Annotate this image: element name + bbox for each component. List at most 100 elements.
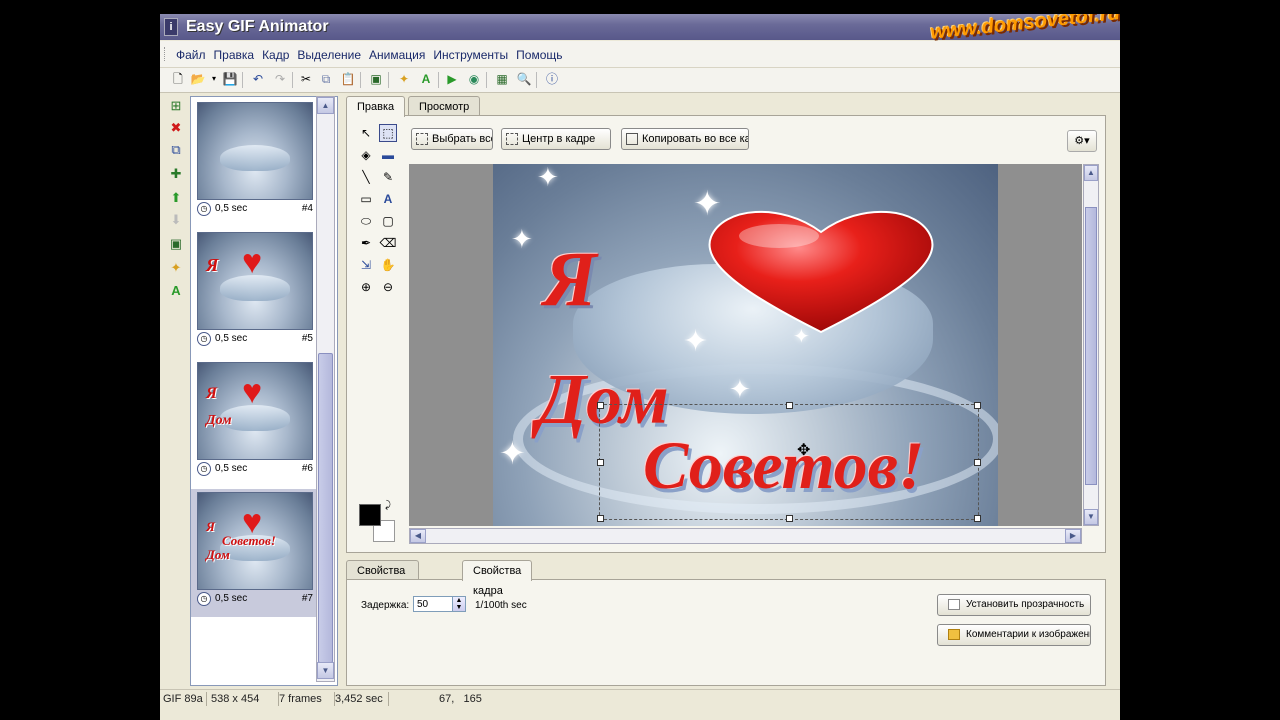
scroll-left-icon[interactable]: ◀ — [410, 529, 426, 543]
tab-frame-properties[interactable]: Свойства кадра — [462, 560, 533, 597]
menu-selection[interactable]: Выделение — [293, 48, 365, 62]
text-icon[interactable]: A — [418, 71, 434, 87]
menu-edit[interactable]: Правка — [210, 48, 259, 62]
image-comments-button[interactable]: Комментарии к изображению — [937, 624, 1091, 646]
sparkle-icon: ✦ — [683, 325, 709, 358]
frame-text-icon[interactable]: A — [168, 282, 184, 298]
zoom-dropdown-icon[interactable]: ⚙▾ — [1067, 130, 1097, 152]
delete-frame-icon[interactable]: ✖ — [168, 120, 184, 136]
scroll-right-icon[interactable]: ▶ — [1065, 529, 1081, 543]
tab-preview[interactable]: Просмотр — [408, 96, 481, 117]
resize-icon[interactable]: ▦ — [494, 71, 510, 87]
scroll-thumb[interactable] — [318, 353, 333, 663]
move-down-icon[interactable]: ⬇ — [168, 212, 184, 228]
delay-input[interactable]: 50 — [413, 596, 453, 612]
paste-icon[interactable]: 📋 — [340, 71, 356, 87]
zoom-out-icon[interactable]: ⊖ — [379, 278, 397, 296]
frame-item[interactable]: ♥ Я Дом ◷ 0,5 sec #6 — [191, 359, 321, 487]
window-title: Easy GIF Animator — [186, 18, 329, 35]
image-icon[interactable]: ▣ — [368, 71, 384, 87]
resize-handle[interactable] — [597, 402, 604, 409]
resize-handle[interactable] — [786, 515, 793, 522]
rectangle-icon[interactable]: ▭ — [357, 190, 375, 208]
menu-frame[interactable]: Кадр — [258, 48, 293, 62]
resize-handle[interactable] — [786, 402, 793, 409]
menu-help[interactable]: Помощь — [512, 48, 566, 62]
save-icon[interactable]: 💾 — [222, 71, 238, 87]
hand-icon[interactable]: ✋ — [379, 256, 397, 274]
copy-to-all-frames-button[interactable]: Копировать во все кадр — [621, 128, 749, 150]
scroll-up-icon[interactable]: ▲ — [1084, 165, 1098, 181]
status-duration: 3,452 sec — [332, 692, 389, 706]
scroll-down-icon[interactable]: ▼ — [317, 662, 334, 679]
frame-item[interactable]: ◷ 0,5 sec #4 — [191, 99, 321, 227]
frame-item[interactable]: ♥ Я ◷ 0,5 sec #5 — [191, 229, 321, 357]
move-up-icon[interactable]: ⬆ — [168, 190, 184, 206]
undo-icon[interactable]: ↶ — [250, 71, 266, 87]
scroll-up-icon[interactable]: ▲ — [317, 97, 334, 114]
open-dropdown-icon[interactable]: ▾ — [206, 71, 222, 87]
browser-preview-icon[interactable]: ◉ — [466, 71, 482, 87]
zoom-icon[interactable]: 🔍 — [516, 71, 532, 87]
scroll-down-icon[interactable]: ▼ — [1084, 509, 1098, 525]
status-coordinates: 67, 165 — [439, 693, 482, 705]
resize-handle[interactable] — [974, 402, 981, 409]
select-all-button[interactable]: Выбрать все — [411, 128, 493, 150]
sparkle-icon: ✦ — [511, 224, 533, 254]
redo-icon[interactable]: ↷ — [272, 71, 288, 87]
pencil-icon[interactable]: ✎ — [379, 168, 397, 186]
insert-frame-icon[interactable]: ✚ — [168, 166, 184, 182]
cut-icon[interactable]: ✂ — [298, 71, 314, 87]
resize-handle[interactable] — [597, 515, 604, 522]
frame-image[interactable]: ✦ ✦ ✦ ✦ ✦ ✦ ✦ Я Дом Советов! ✥ — [493, 164, 998, 526]
menu-file[interactable]: Файл — [172, 48, 210, 62]
text-tool-icon[interactable]: A — [379, 190, 397, 208]
app-icon[interactable]: i — [164, 18, 178, 36]
scroll-thumb[interactable] — [1085, 207, 1097, 485]
zoom-in-icon[interactable]: ⊕ — [357, 278, 375, 296]
image-canvas[interactable]: ✦ ✦ ✦ ✦ ✦ ✦ ✦ Я Дом Советов! ✥ — [409, 164, 1082, 526]
status-frame-count: 7 frames — [276, 692, 335, 706]
new-file-icon[interactable]: 🗋 — [170, 71, 186, 87]
frame-list-scrollbar[interactable]: ▲ ▼ — [316, 96, 335, 682]
fill-bucket-icon[interactable]: ◈ — [357, 146, 375, 164]
main-toolbar: 🗋 📂 ▾ 💾 ↶ ↷ ✂ ⧉ 📋 ▣ ✦ A ▶ ◉ ▦ 🔍 ⓘ — [160, 68, 1120, 93]
clock-icon: ◷ — [197, 332, 211, 346]
menu-animation[interactable]: Анимация — [365, 48, 429, 62]
set-transparency-button[interactable]: Установить прозрачность — [937, 594, 1091, 616]
ellipse-icon[interactable]: ⬭ — [357, 212, 375, 230]
selection-box[interactable] — [597, 402, 981, 522]
frame-item-selected[interactable]: ♥ Я Советов! Дом ◷ 0,5 sec #7 — [191, 489, 321, 617]
resize-handle[interactable] — [597, 459, 604, 466]
line-icon[interactable]: ╲ — [357, 168, 375, 186]
tab-animation-properties[interactable]: Свойства анимации — [346, 560, 419, 597]
eyedropper-icon[interactable]: ✒ — [357, 234, 375, 252]
effect-wand-icon[interactable]: ✦ — [168, 260, 184, 276]
delay-spinner[interactable]: ▲ ▼ — [452, 596, 466, 612]
copy-icon[interactable]: ⧉ — [318, 71, 334, 87]
frame-image-icon[interactable]: ▣ — [168, 236, 184, 252]
rounded-rect-icon[interactable]: ▢ — [379, 212, 397, 230]
play-icon[interactable]: ▶ — [444, 71, 460, 87]
move-image-icon[interactable]: ⇲ — [357, 256, 375, 274]
canvas-vertical-scrollbar[interactable]: ▲ ▼ — [1083, 164, 1099, 526]
rect-select-icon[interactable]: ⬚ — [379, 124, 397, 142]
resize-handle[interactable] — [974, 459, 981, 466]
pointer-icon[interactable]: ↖ — [357, 124, 375, 142]
duplicate-frame-icon[interactable]: ⧉ — [168, 142, 184, 158]
center-in-frame-button[interactable]: Центр в кадре — [501, 128, 611, 150]
open-folder-icon[interactable]: 📂 — [190, 71, 206, 87]
help-icon[interactable]: ⓘ — [544, 71, 560, 87]
menu-tools[interactable]: Инструменты — [429, 48, 512, 62]
swap-colors-icon[interactable]: ⤸ — [385, 500, 391, 511]
frame-properties-pane: Задержка: 50 ▲ ▼ 1/100th sec Установить п… — [346, 579, 1106, 686]
frame-delay: 0,5 sec — [215, 463, 248, 474]
add-frame-icon[interactable]: ⊞ — [168, 98, 184, 114]
tab-edit[interactable]: Правка — [346, 96, 406, 117]
eraser-icon[interactable]: ⌫ — [379, 234, 397, 252]
resize-handle[interactable] — [974, 515, 981, 522]
foreground-color[interactable] — [359, 504, 381, 526]
wand-icon[interactable]: ✦ — [396, 71, 412, 87]
gradient-icon[interactable]: ▬ — [379, 146, 397, 164]
canvas-horizontal-scrollbar[interactable]: ◀ ▶ — [409, 528, 1082, 544]
